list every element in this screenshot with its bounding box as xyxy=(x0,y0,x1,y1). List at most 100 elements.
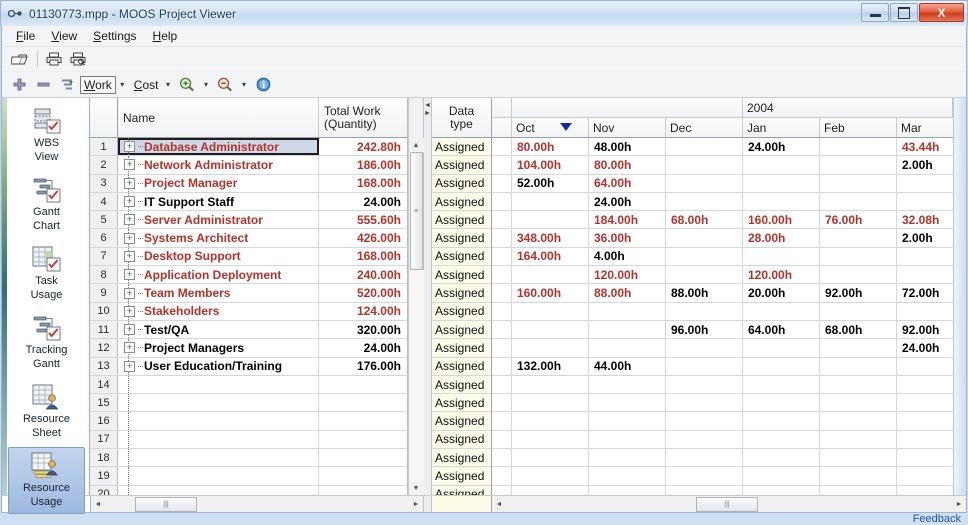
time-hscroll-left-arrow-icon[interactable]: ◄ xyxy=(492,497,506,512)
total-work-cell[interactable]: 240.00h xyxy=(319,266,407,283)
cost-mode-button[interactable]: Cost xyxy=(131,77,162,93)
timescale-horizontal-scrollbar[interactable]: ◄ ||| ► xyxy=(492,496,966,512)
work-mode-button[interactable]: Work xyxy=(80,75,116,94)
column-header-name[interactable]: Name xyxy=(118,98,319,137)
sidebar-item-wbs-view[interactable]: WBS View xyxy=(8,102,85,169)
row-number[interactable]: 2 xyxy=(90,156,118,174)
timescale-value-cell[interactable]: 96.00h xyxy=(666,320,743,339)
table-row[interactable]: 2 Network Administrator 186.00h xyxy=(90,156,407,175)
timescale-value-cell[interactable]: 2.00h xyxy=(897,156,953,173)
row-number[interactable]: 4 xyxy=(90,192,118,211)
timescale-value-cell[interactable] xyxy=(897,303,953,320)
column-header-data-type[interactable]: Data type xyxy=(432,98,491,138)
right-vertical-scrollbar[interactable] xyxy=(953,98,966,495)
row-number[interactable]: 11 xyxy=(90,320,118,339)
expand-plus-icon[interactable] xyxy=(124,324,135,336)
timescale-month-header[interactable]: Jan xyxy=(743,118,820,137)
timescale-value-cell[interactable] xyxy=(743,485,820,495)
timescale-value-cell[interactable]: 2.00h xyxy=(897,229,953,246)
data-type-cell[interactable]: Assigned xyxy=(432,192,491,212)
row-number[interactable]: 20 xyxy=(90,485,118,495)
timescale-value-cell[interactable]: 24.00h xyxy=(897,339,953,356)
timescale-value-cell[interactable] xyxy=(512,266,589,284)
data-type-cell[interactable]: Assigned xyxy=(432,339,491,358)
timescale-value-cell[interactable] xyxy=(897,467,953,484)
timescale-value-cell[interactable] xyxy=(820,229,897,247)
timescale-value-cell[interactable]: 64.00h xyxy=(743,320,820,339)
timescale-value-cell[interactable] xyxy=(666,394,743,412)
timescale-value-cell[interactable]: 36.00h xyxy=(589,229,666,247)
sidebar-item-task-usage[interactable]: Task Usage xyxy=(8,240,85,307)
timescale-value-cell[interactable] xyxy=(666,375,743,394)
timescale-value-cell[interactable] xyxy=(820,357,897,375)
timescale-value-cell[interactable] xyxy=(512,412,589,430)
timescale-value-cell[interactable] xyxy=(512,320,589,339)
timescale-value-cell[interactable]: 348.00h xyxy=(512,229,589,247)
timescale-value-cell[interactable] xyxy=(589,467,666,485)
table-row[interactable]: 16 xyxy=(90,412,407,431)
row-number[interactable]: 10 xyxy=(90,302,118,320)
resource-name-cell[interactable]: User Education/Training xyxy=(118,357,319,376)
sidebar-item-tracking-gantt[interactable]: Tracking Gantt xyxy=(8,309,85,376)
timescale-month-header[interactable]: Nov xyxy=(589,118,666,137)
timescale-value-cell[interactable]: 132.00h xyxy=(512,357,589,375)
timescale-value-cell[interactable]: 43.44h xyxy=(897,138,953,155)
timescale-value-cell[interactable] xyxy=(666,302,743,320)
timescale-value-cell[interactable] xyxy=(512,339,589,357)
timescale-value-cell[interactable]: 120.00h xyxy=(589,266,666,284)
timescale-value-cell[interactable] xyxy=(820,302,897,320)
total-work-cell[interactable] xyxy=(319,412,407,429)
data-type-cell[interactable]: Assigned xyxy=(432,266,491,285)
row-number[interactable]: 13 xyxy=(90,357,118,375)
data-type-cell[interactable]: Assigned xyxy=(432,467,491,486)
scroll-down-arrow-icon[interactable]: ▼ xyxy=(408,481,424,495)
resource-name-cell[interactable]: Project Managers xyxy=(118,339,319,357)
timescale-value-cell[interactable] xyxy=(666,339,743,357)
timescale-value-cell[interactable]: 24.00h xyxy=(589,192,666,211)
timescale-value-cell[interactable] xyxy=(743,156,820,174)
table-row[interactable]: 18 xyxy=(90,449,407,468)
data-type-cell[interactable]: Assigned xyxy=(432,284,491,303)
timescale-value-cell[interactable] xyxy=(820,430,897,449)
timescale-value-cell[interactable] xyxy=(820,266,897,284)
timescale-value-cell[interactable] xyxy=(512,302,589,320)
data-type-cell[interactable]: Assigned xyxy=(432,430,491,450)
timescale-value-cell[interactable] xyxy=(666,449,743,467)
data-type-cell[interactable]: Assigned xyxy=(432,357,491,376)
scroll-up-arrow-icon[interactable]: ▲ xyxy=(408,138,424,152)
timescale-value-cell[interactable] xyxy=(743,302,820,320)
timescale-value-cell[interactable] xyxy=(666,467,743,485)
timescale-value-cell[interactable] xyxy=(666,485,743,495)
data-type-cell[interactable]: Assigned xyxy=(432,375,491,395)
timescale-value-cell[interactable]: 160.00h xyxy=(512,284,589,302)
timescale-value-cell[interactable] xyxy=(743,430,820,449)
resource-name-cell[interactable]: Stakeholders xyxy=(118,302,319,321)
timescale-value-cell[interactable]: 164.00h xyxy=(512,247,589,266)
menu-help[interactable]: Help xyxy=(145,27,186,45)
timescale-value-cell[interactable] xyxy=(897,358,953,375)
timescale-value-cell[interactable] xyxy=(666,266,743,284)
timescale-value-cell[interactable] xyxy=(743,339,820,357)
total-work-cell[interactable]: 168.00h xyxy=(319,175,407,192)
table-row[interactable]: 6 Systems Architect 426.00h xyxy=(90,229,407,248)
expand-plus-icon[interactable] xyxy=(124,214,135,226)
timescale-value-cell[interactable] xyxy=(743,467,820,485)
vertical-scroll-thumb[interactable]: ≡ xyxy=(409,152,423,270)
expand-plus-icon[interactable] xyxy=(124,269,135,281)
timescale-value-cell[interactable] xyxy=(820,138,897,156)
menu-view[interactable]: View xyxy=(43,27,85,45)
timescale-value-cell[interactable] xyxy=(512,192,589,211)
row-number[interactable]: 17 xyxy=(90,430,118,449)
row-number[interactable]: 5 xyxy=(90,211,118,229)
timescale-value-cell[interactable] xyxy=(743,357,820,375)
timescale-value-cell[interactable]: 68.00h xyxy=(666,211,743,229)
table-row[interactable]: 10 Stakeholders 124.00h xyxy=(90,302,407,321)
timescale-value-cell[interactable]: 20.00h xyxy=(743,284,820,302)
total-work-cell[interactable]: 242.80h xyxy=(319,138,407,155)
expand-plus-icon[interactable] xyxy=(124,287,135,299)
left-grid-horizontal-scrollbar[interactable]: ◄ ||| ► xyxy=(91,496,423,512)
table-row[interactable]: 12 Project Managers 24.00h xyxy=(90,339,407,358)
resource-name-cell[interactable]: Systems Architect xyxy=(118,229,319,248)
resource-name-cell[interactable]: Database Administrator xyxy=(118,138,319,156)
timescale-value-cell[interactable] xyxy=(897,248,953,265)
